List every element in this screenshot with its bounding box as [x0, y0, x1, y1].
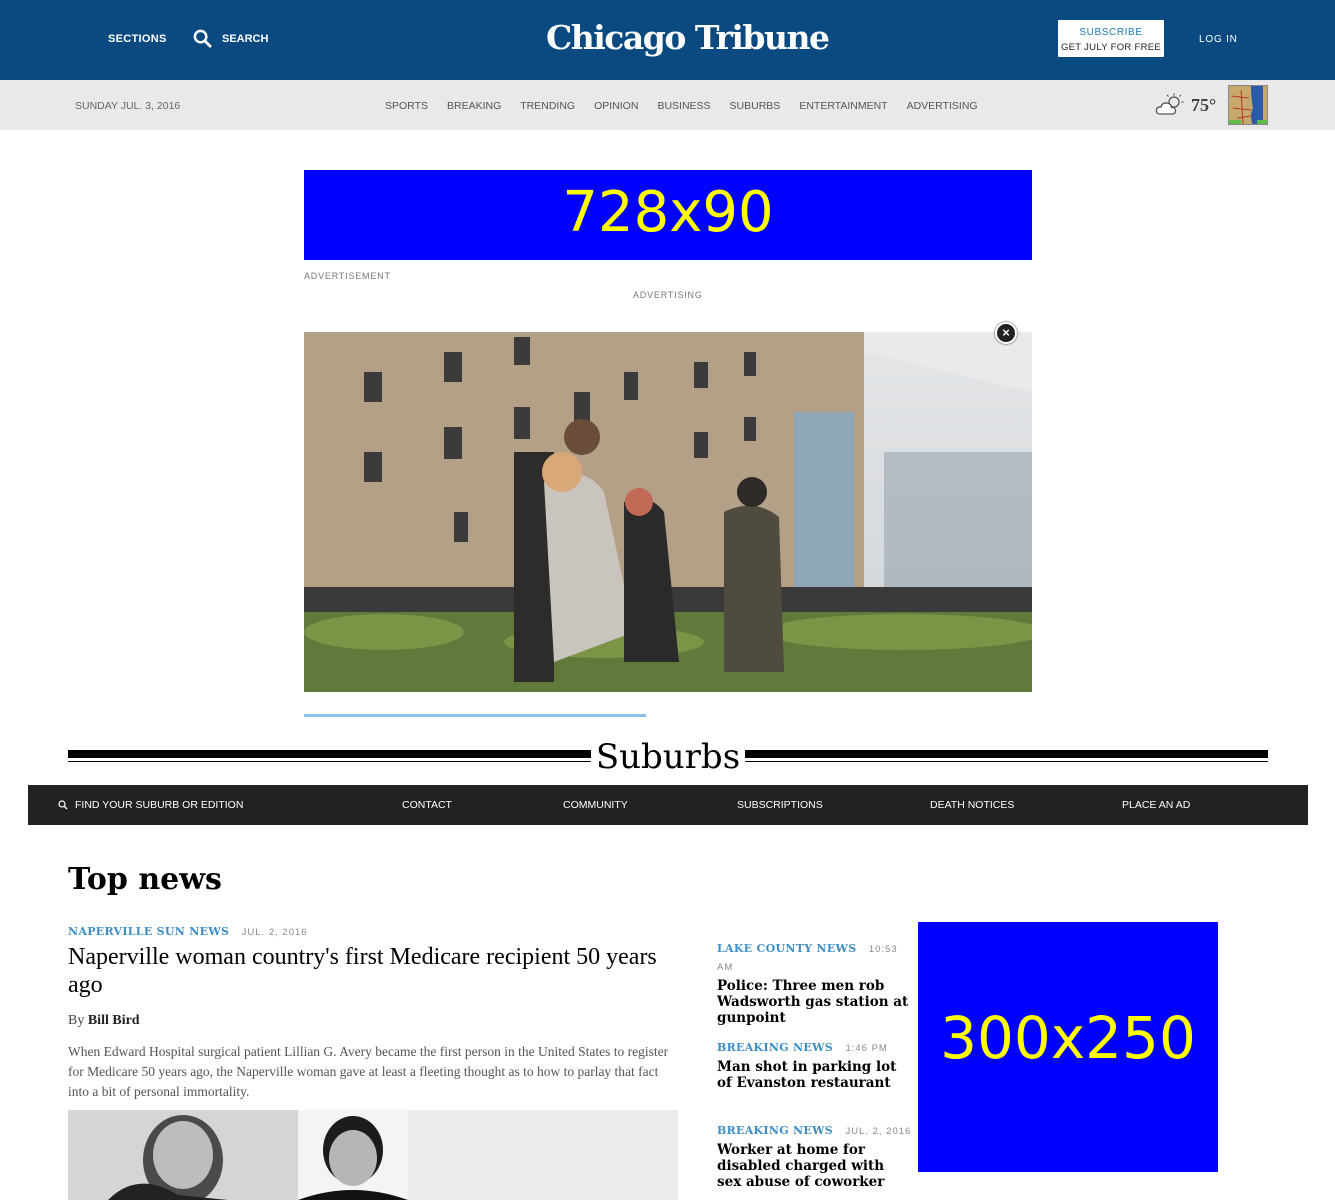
section-subnav: FIND YOUR SUBURB OR EDITION CONTACT COMM… — [28, 785, 1308, 825]
sections-menu-button[interactable]: SECTIONS — [108, 33, 167, 45]
current-date: SUNDAY JUL. 3, 2016 — [75, 100, 181, 112]
lead-date: JUL. 2, 2016 — [241, 927, 308, 938]
search-button[interactable]: SEARCH — [193, 29, 268, 48]
site-header: SECTIONS SEARCH Chicago Tribune SUBSCRIB… — [0, 0, 1335, 80]
subscribe-label: SUBSCRIBE — [1079, 27, 1143, 38]
lead-photo[interactable] — [68, 1110, 678, 1200]
top-news-heading: Top news — [68, 862, 222, 897]
section-rule-left — [68, 750, 591, 762]
video-frame-image — [304, 332, 1032, 692]
advertising-label: ADVERTISING — [633, 290, 703, 300]
main-navbar: SUNDAY JUL. 3, 2016 SPORTS BREAKING TREN… — [0, 80, 1335, 130]
partly-cloudy-icon — [1155, 93, 1184, 115]
subscribe-offer: GET JULY FOR FREE — [1060, 42, 1162, 53]
section-header: Suburbs — [68, 737, 1268, 777]
side-kicker[interactable]: LAKE COUNTY NEWS — [717, 942, 856, 955]
side-date: JUL. 2, 2016 — [845, 1126, 912, 1137]
side-kicker[interactable]: BREAKING NEWS — [717, 1124, 833, 1137]
lead-byline: By Bill Bird — [68, 1013, 678, 1029]
leaderboard-ad[interactable]: 728x90 — [304, 170, 1032, 260]
search-icon — [193, 29, 212, 48]
search-icon — [58, 800, 68, 810]
weather-radar-map[interactable] — [1228, 85, 1268, 125]
side-headline[interactable]: Police: Three men rob Wadsworth gas stat… — [717, 978, 912, 1026]
nav-item-advertising[interactable]: ADVERTISING — [907, 100, 978, 112]
nav-item-opinion[interactable]: OPINION — [594, 100, 638, 112]
nav-item-breaking[interactable]: BREAKING — [447, 100, 501, 112]
video-player[interactable] — [304, 332, 1032, 692]
section-title[interactable]: Suburbs — [591, 737, 745, 777]
subscribe-button[interactable]: SUBSCRIBE GET JULY FOR FREE — [1058, 20, 1164, 57]
subnav-death-notices[interactable]: DEATH NOTICES — [930, 799, 1014, 811]
subnav-place-an-ad[interactable]: PLACE AN AD — [1122, 799, 1190, 811]
section-rule-right — [745, 750, 1268, 762]
video-progress-bar[interactable] — [304, 714, 646, 717]
side-kicker[interactable]: BREAKING NEWS — [717, 1041, 833, 1054]
nav-item-suburbs[interactable]: SUBURBS — [730, 100, 781, 112]
lead-kicker[interactable]: NAPERVILLE SUN NEWS — [68, 925, 229, 938]
advertisement-label: ADVERTISEMENT — [304, 271, 391, 281]
side-headline[interactable]: Worker at home for disabled charged with… — [717, 1142, 912, 1190]
side-headline[interactable]: Man shot in parking lot of Evanston rest… — [717, 1059, 912, 1091]
nav-item-sports[interactable]: SPORTS — [385, 100, 428, 112]
find-suburb-label: FIND YOUR SUBURB OR EDITION — [75, 799, 244, 811]
temperature: 75° — [1191, 94, 1217, 115]
byline-prefix: By — [68, 1013, 85, 1028]
main-nav: SPORTS BREAKING TRENDING OPINION BUSINES… — [385, 100, 997, 112]
side-date: 1:46 PM — [845, 1043, 888, 1054]
nav-item-trending[interactable]: TRENDING — [520, 100, 575, 112]
search-label: SEARCH — [222, 32, 269, 45]
byline-author[interactable]: Bill Bird — [88, 1013, 140, 1028]
lead-summary: When Edward Hospital surgical patient Li… — [68, 1044, 669, 1099]
find-suburb-button[interactable]: FIND YOUR SUBURB OR EDITION — [58, 799, 243, 811]
login-link[interactable]: LOG IN — [1199, 34, 1238, 45]
subnav-subscriptions[interactable]: SUBSCRIPTIONS — [737, 799, 823, 811]
side-story: LAKE COUNTY NEWS 10:53 AM Police: Three … — [717, 939, 912, 1026]
lead-story: NAPERVILLE SUN NEWS JUL. 2, 2016 Napervi… — [68, 922, 678, 1102]
side-story: BREAKING NEWS 1:46 PM Man shot in parkin… — [717, 1038, 912, 1091]
close-video-button[interactable]: × — [995, 322, 1017, 344]
subnav-contact[interactable]: CONTACT — [402, 799, 452, 811]
rectangle-ad[interactable]: 300x250 — [918, 922, 1218, 1172]
subnav-community[interactable]: COMMUNITY — [563, 799, 628, 811]
weather-widget[interactable]: 75° — [1155, 93, 1216, 117]
nav-item-entertainment[interactable]: ENTERTAINMENT — [799, 100, 887, 112]
nav-item-business[interactable]: BUSINESS — [657, 100, 710, 112]
side-story: BREAKING NEWS JUL. 2, 2016 Worker at hom… — [717, 1121, 912, 1190]
lead-headline[interactable]: Naperville woman country's first Medicar… — [68, 943, 678, 999]
chicago-tribune-logo[interactable]: Chicago Tribune — [546, 18, 830, 57]
